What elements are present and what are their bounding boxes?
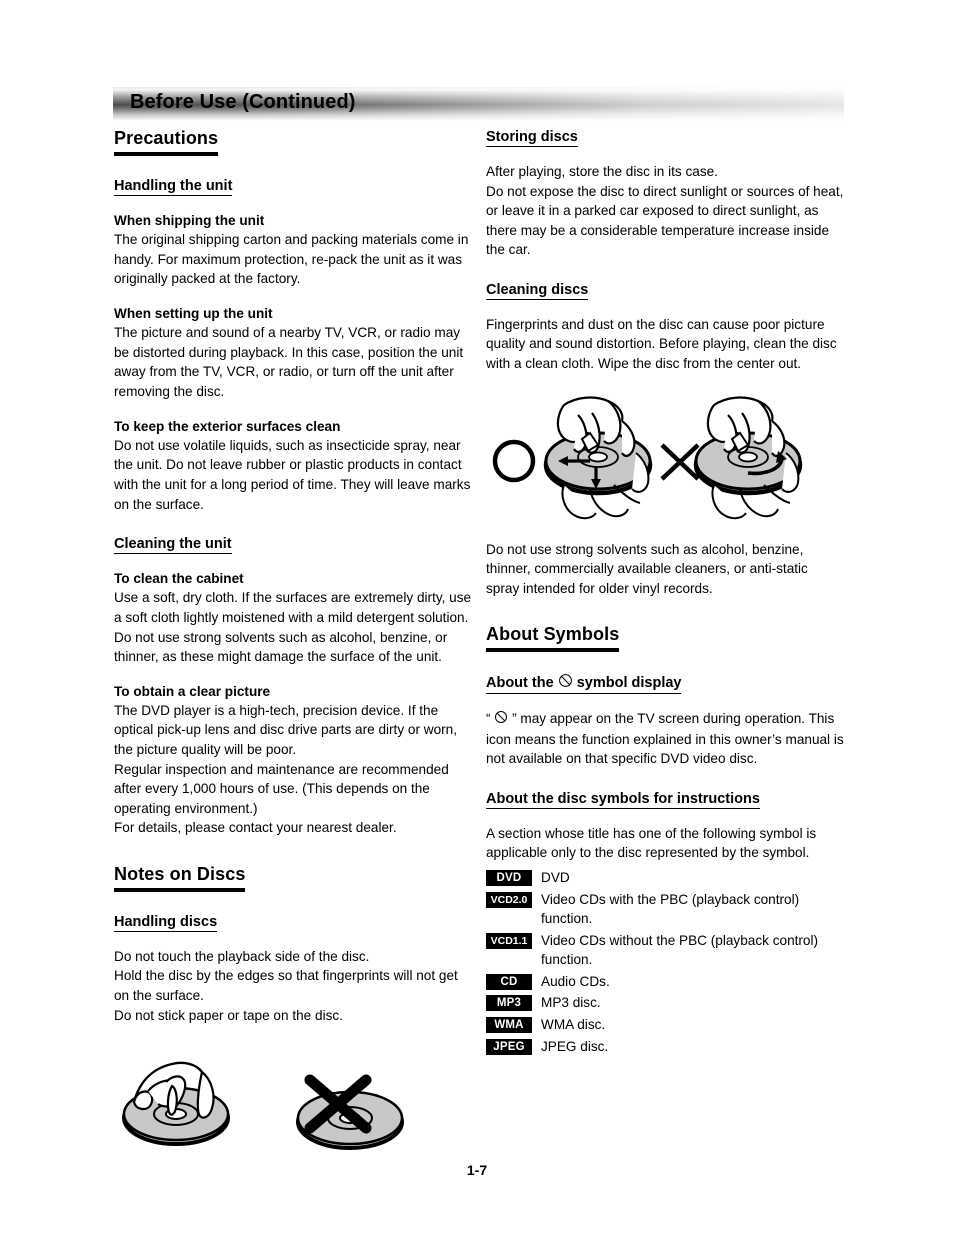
subsection-heading-disc-symbols: About the disc symbols for instructions [486, 790, 760, 809]
symbol-display-heading-before: About the [486, 675, 554, 692]
right-column: Storing discs After playing, store the d… [486, 128, 844, 1058]
list-item: VCD2.0 Video CDs with the PBC (playback … [486, 890, 844, 929]
block-text-storing-discs: After playing, store the disc in its cas… [486, 164, 844, 258]
list-item: DVD DVD [486, 868, 844, 888]
list-item: MP3 MP3 disc. [486, 993, 844, 1013]
list-item: WMA WMA disc. [486, 1015, 844, 1035]
block-text-clear-picture: The DVD player is a high-tech, precision… [114, 702, 458, 836]
block-title-clean-cabinet: To clean the cabinet [114, 571, 244, 587]
page-title: Before Use (Continued) [130, 91, 356, 113]
badge-desc-cd: Audio CDs. [541, 973, 610, 989]
block-title-exterior-surfaces: To keep the exterior surfaces clean [114, 418, 341, 434]
block-text-symbol-display: “ ” may appear on the TV screen during o… [486, 709, 844, 769]
badge-cd: CD [486, 973, 532, 990]
badge-desc-vcd11: Video CDs without the PBC (playback cont… [541, 932, 819, 968]
wipe-disc-circular-incorrect [693, 395, 803, 519]
block-text-handling-discs: Do not touch the playback side of the di… [114, 948, 458, 1023]
badge-vcd11: VCD1.1 [486, 932, 532, 949]
badge-desc-jpeg: JPEG disc. [541, 1038, 609, 1054]
badge-dvd: DVD [486, 870, 532, 886]
subsection-heading-cleaning-discs: Cleaning discs [486, 281, 589, 300]
block-text-clean-cabinet: Use a soft, dry cloth. If the surfaces a… [114, 590, 472, 665]
quote-open: “ [486, 711, 491, 727]
block-text-cleaning-discs-solvents: Do not use strong solvents such as alcoh… [486, 541, 808, 596]
prohibition-symbol-icon-inline [494, 710, 508, 730]
prohibition-symbol-icon [558, 673, 573, 692]
block-text-exterior-surfaces: Do not use volatile liquids, such as ins… [114, 437, 471, 512]
list-item: VCD1.1 Video CDs without the PBC (playba… [486, 931, 844, 970]
page-footer: 1-7 [0, 1162, 954, 1178]
page-title-bar: Before Use (Continued) [113, 87, 844, 121]
subsection-heading-storing-discs: Storing discs [486, 129, 578, 147]
section-heading-precautions: Precautions [114, 128, 219, 156]
badge-wma: WMA [486, 1016, 532, 1033]
block-text-disc-symbols-intro: A section whose title has one of the fol… [486, 825, 817, 861]
block-text-when-shipping: The original shipping carton and packing… [114, 232, 469, 287]
block-text-when-setting-up: The picture and sound of a nearby TV, VC… [114, 325, 464, 399]
block-title-when-shipping: When shipping the unit [114, 213, 265, 228]
handling-discs-illustration [122, 1061, 404, 1151]
badge-desc-wma: WMA disc. [541, 1016, 606, 1032]
subsection-heading-symbol-display: About the symbol display [486, 673, 682, 695]
document-page: Before Use (Continued) Precautions Handl… [0, 0, 954, 1235]
subsection-heading-handling-discs: Handling discs [114, 913, 218, 932]
block-title-clear-picture: To obtain a clear picture [114, 683, 271, 699]
badge-desc-mp3: MP3 disc. [541, 995, 601, 1011]
list-item: CD Audio CDs. [486, 972, 844, 992]
wipe-disc-center-out-correct [543, 395, 653, 519]
symbol-display-heading-after: symbol display [576, 675, 682, 692]
cross-ng-marker [660, 442, 700, 481]
cleaning-discs-illustration [492, 395, 803, 519]
section-heading-notes-on-discs: Notes on Discs [114, 864, 246, 892]
section-heading-about-symbols: About Symbols [486, 624, 620, 653]
figure-handling-discs [114, 1046, 472, 1156]
figure-cleaning-discs [486, 389, 844, 529]
hand-holding-disc-correct [122, 1061, 230, 1147]
page-number: 1-7 [466, 1162, 488, 1178]
block-text-cleaning-discs: Fingerprints and dust on the disc can ca… [486, 316, 837, 371]
badge-mp3: MP3 [486, 995, 532, 1012]
subsection-heading-handling-the-unit: Handling the unit [114, 178, 233, 196]
block-title-when-setting-up: When setting up the unit [114, 305, 273, 321]
badge-desc-dvd: DVD [541, 870, 570, 885]
left-column: Precautions Handling the unit When shipp… [114, 128, 472, 1156]
symbol-display-body: ” may appear on the TV screen during ope… [486, 711, 844, 767]
circle-ok-marker [492, 439, 536, 482]
disc-symbols-list: DVD DVD VCD2.0 Video CDs with the PBC (p… [486, 868, 844, 1056]
list-item: JPEG JPEG disc. [486, 1037, 844, 1057]
badge-vcd20: VCD2.0 [486, 891, 532, 908]
badge-jpeg: JPEG [486, 1038, 532, 1055]
disc-crossed-out-incorrect [296, 1074, 404, 1151]
subsection-heading-cleaning-the-unit: Cleaning the unit [114, 536, 232, 555]
badge-desc-vcd20: Video CDs with the PBC (playback control… [541, 891, 800, 927]
